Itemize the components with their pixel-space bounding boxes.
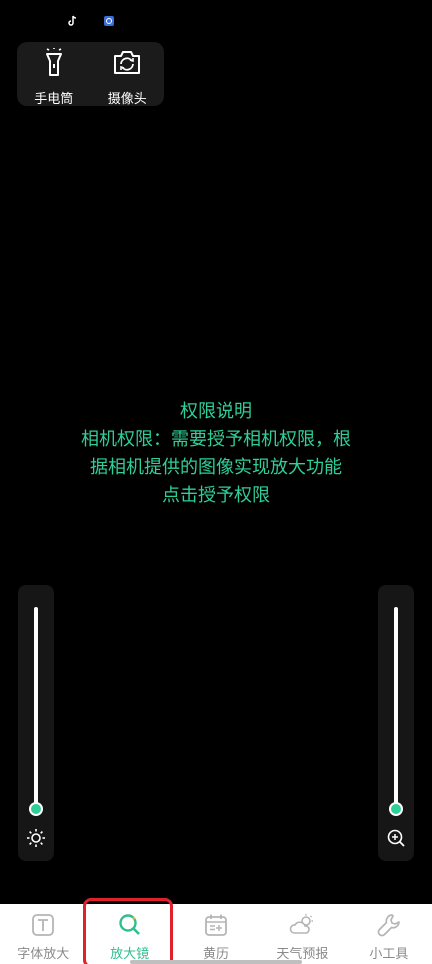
zoom-in-icon: [386, 828, 406, 848]
flashlight-label: 手电筒: [34, 92, 74, 107]
weather-icon: [289, 912, 315, 938]
camera-button[interactable]: 摄像头: [91, 42, 165, 107]
brightness-handle[interactable]: [29, 802, 43, 816]
nav-label-tools: 小工具: [369, 947, 409, 962]
nav-item-magnifier[interactable]: 放大镜: [86, 904, 172, 964]
brightness-track[interactable]: [34, 607, 38, 809]
zoom-track[interactable]: [394, 607, 398, 809]
nav-item-tools[interactable]: 小工具: [346, 904, 432, 964]
nav-item-almanac[interactable]: 黄历: [173, 904, 259, 964]
permission-title: 权限说明: [180, 401, 252, 422]
bottom-nav: 字体放大 放大镜 黄历 天气预报 小工具: [0, 904, 432, 964]
wrench-icon: [376, 912, 402, 938]
home-indicator[interactable]: [130, 960, 302, 964]
tiktok-icon: [66, 14, 80, 28]
nav-label-font-zoom: 字体放大: [17, 947, 70, 962]
permission-desc-line1: 相机权限：需要授予相机权限，根: [81, 429, 351, 450]
camera-switch-icon: [112, 48, 142, 82]
nav-item-font-zoom[interactable]: 字体放大: [0, 904, 86, 964]
flashlight-icon: [41, 48, 67, 82]
sun-icon: [26, 828, 46, 848]
nav-item-weather[interactable]: 天气预报: [259, 904, 345, 964]
app-icon: [102, 14, 116, 28]
text-icon: [30, 912, 56, 938]
quick-panel: 手电筒 摄像头: [17, 42, 165, 107]
grant-permission-link[interactable]: 点击授予权限: [0, 482, 432, 510]
calendar-icon: [203, 912, 229, 938]
camera-label: 摄像头: [107, 92, 147, 107]
zoom-slider[interactable]: [378, 585, 414, 861]
magnifier-icon: [117, 912, 143, 938]
zoom-handle[interactable]: [389, 802, 403, 816]
flashlight-button[interactable]: 手电筒: [17, 42, 91, 107]
brightness-slider[interactable]: [18, 585, 54, 861]
permission-desc-line2: 据相机提供的图像实现放大功能: [90, 457, 342, 478]
permission-notice[interactable]: 权限说明 相机权限：需要授予相机权限，根 据相机提供的图像实现放大功能 点击授予…: [0, 398, 432, 510]
status-icons: [66, 14, 116, 28]
